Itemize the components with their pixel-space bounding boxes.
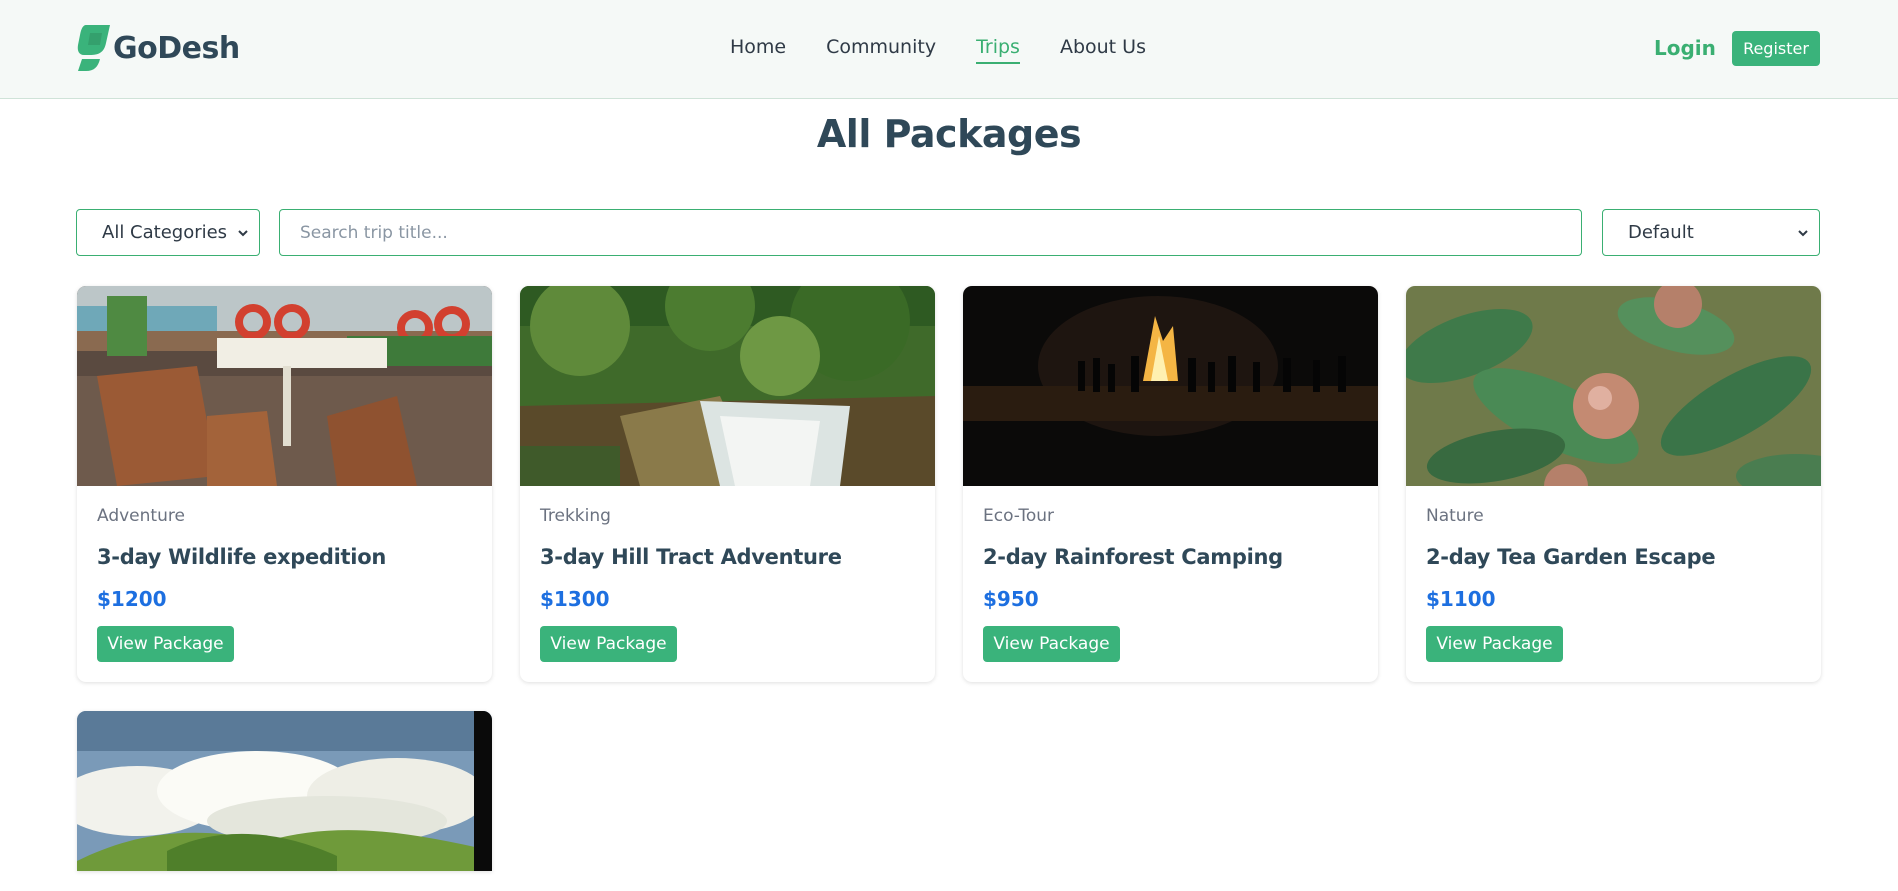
card-category: Adventure [97, 506, 185, 526]
card-price: $1300 [540, 587, 610, 611]
package-card: Adventure 3-day Wildlife expedition $120… [77, 286, 492, 682]
green-hills-clouds-photo [77, 711, 492, 871]
category-select[interactable]: All Categories [76, 209, 260, 256]
view-package-button[interactable]: View Package [983, 626, 1120, 662]
page-title: All Packages [816, 112, 1082, 156]
nav-trips[interactable]: Trips [976, 34, 1020, 64]
chevron-down-icon [238, 230, 248, 237]
card-title: 3-day Hill Tract Adventure [540, 545, 842, 569]
search-input[interactable] [279, 209, 1582, 256]
package-card: Nature 2-day Tea Garden Escape $1100 Vie… [1406, 286, 1821, 682]
category-select-value: All Categories [102, 222, 228, 243]
night-bonfire-photo [963, 286, 1378, 486]
card-category: Nature [1426, 506, 1484, 526]
view-package-button[interactable]: View Package [97, 626, 234, 662]
card-category: Trekking [540, 506, 611, 526]
nav-home[interactable]: Home [730, 34, 786, 64]
nav-about-us[interactable]: About Us [1060, 34, 1146, 64]
card-title: 3-day Wildlife expedition [97, 545, 386, 569]
card-price: $1200 [97, 587, 167, 611]
ship-deck-patio-photo [77, 286, 492, 486]
brand-logo[interactable]: GoDesh [76, 23, 240, 73]
sort-select[interactable]: Default [1602, 209, 1820, 256]
view-package-button[interactable]: View Package [1426, 626, 1563, 662]
card-price: $1100 [1426, 587, 1496, 611]
chevron-down-icon [1798, 230, 1808, 237]
card-title: 2-day Tea Garden Escape [1426, 545, 1716, 569]
forest-waterfall-photo [520, 286, 935, 486]
package-card: Eco-Tour 2-day Rainforest Camping $950 V… [963, 286, 1378, 682]
main-nav: Home Community Trips About Us [730, 34, 1146, 64]
brand-name: GoDesh [113, 30, 240, 66]
package-card: Trekking 3-day Hill Tract Adventure $130… [520, 286, 935, 682]
view-package-button[interactable]: View Package [540, 626, 677, 662]
sort-select-value: Default [1628, 222, 1694, 243]
fruit-leaves-photo [1406, 286, 1821, 486]
nav-community[interactable]: Community [826, 34, 936, 64]
card-category: Eco-Tour [983, 506, 1055, 526]
package-card [77, 711, 492, 871]
card-title: 2-day Rainforest Camping [983, 545, 1283, 569]
godesh-logo-icon [76, 23, 112, 73]
login-link[interactable]: Login [1654, 34, 1716, 62]
top-navbar: GoDesh Home Community Trips About Us Log… [0, 0, 1898, 99]
card-price: $950 [983, 587, 1039, 611]
register-button[interactable]: Register [1732, 31, 1820, 66]
